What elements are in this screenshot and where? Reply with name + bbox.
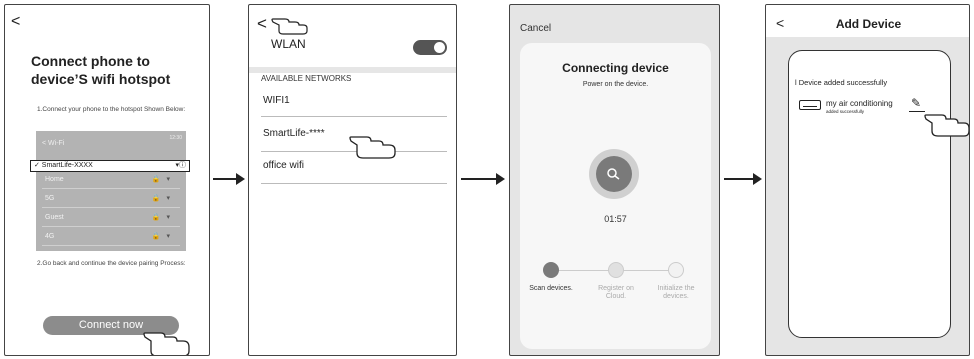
hotspot-screen: < Connect phone to device’S wifi hotspot… — [4, 4, 210, 356]
step-label: Initialize the devices. — [657, 285, 695, 300]
air-conditioner-icon — [799, 100, 821, 110]
pointing-hand-icon — [349, 136, 396, 159]
wifi-settings-illustration: < Wi-Fi 12:30 Home 🔒▾ 5G 🔒▾ Guest 🔒▾ 4G 🔒▾ — [36, 131, 186, 251]
success-card: l Device added successfully my air condi… — [788, 50, 951, 338]
status-time: 12:30 — [169, 135, 182, 141]
edit-icon[interactable]: ✎ — [911, 96, 921, 110]
pointing-hand-icon — [143, 332, 190, 355]
divider — [249, 67, 456, 73]
flow-arrow-3 — [724, 173, 762, 185]
pointing-hand-icon — [271, 18, 308, 35]
section-header: AVAILABLE NETWORKS — [261, 74, 352, 83]
initialize-step-icon — [668, 262, 684, 278]
back-button[interactable]: < — [11, 13, 20, 31]
selected-network-row[interactable]: ✓ SmartLife-XXXX ▾ⓘ — [30, 160, 190, 172]
step-label: Scan devices. — [529, 285, 573, 292]
scan-step-icon — [543, 262, 559, 278]
edit-underline — [909, 111, 925, 112]
lock-wifi-icon: 🔒▾ — [151, 233, 176, 240]
pointing-hand-icon — [924, 114, 969, 137]
list-item: 4G 🔒▾ — [42, 228, 180, 246]
list-item: 5G 🔒▾ — [42, 190, 180, 208]
step-label: Register on Cloud. — [598, 285, 634, 300]
cloud-step-icon — [608, 262, 624, 278]
cancel-button[interactable]: Cancel — [520, 23, 551, 34]
connecting-subtitle: Power on the device. — [582, 81, 649, 88]
connecting-screen: Cancel Connecting device Power on the de… — [509, 4, 720, 356]
toggle-knob — [434, 42, 445, 53]
flow-arrow-1 — [213, 173, 245, 185]
search-icon — [596, 156, 632, 192]
wlan-toggle[interactable] — [413, 40, 447, 55]
lock-wifi-icon: 🔒▾ — [151, 214, 176, 221]
page-title: Add Device — [835, 17, 902, 31]
network-item-wifi1[interactable]: WIFI1 — [261, 84, 447, 117]
countdown-timer: 01:57 — [604, 214, 627, 224]
step1-text: 1.Connect your phone to the hotspot Show… — [37, 106, 186, 113]
device-name: my air conditioning — [826, 99, 893, 108]
wifi-header: < Wi-Fi — [42, 140, 65, 147]
wifi-info-icon: ▾ⓘ — [175, 162, 186, 169]
lock-wifi-icon: 🔒▾ — [151, 176, 176, 183]
connecting-title: Connecting device — [562, 61, 669, 75]
page-title: Connect phone to device’S wifi hotspot — [31, 53, 171, 87]
wlan-screen: < WLAN AVAILABLE NETWORKS WIFI1 SmartLif… — [248, 4, 457, 356]
back-button[interactable]: < — [257, 14, 267, 34]
lock-wifi-icon: 🔒▾ — [151, 195, 176, 202]
device-status: added successfully — [826, 109, 865, 114]
page-title: WLAN — [271, 37, 306, 51]
list-item: Guest 🔒▾ — [42, 209, 180, 227]
add-device-screen: < Add Device l Device added successfully… — [765, 4, 970, 356]
flow-arrow-2 — [461, 173, 505, 185]
success-message: l Device added successfully — [795, 78, 888, 87]
step2-text: 2.Go back and continue the device pairin… — [37, 260, 186, 267]
list-item: Home 🔒▾ — [42, 171, 180, 189]
